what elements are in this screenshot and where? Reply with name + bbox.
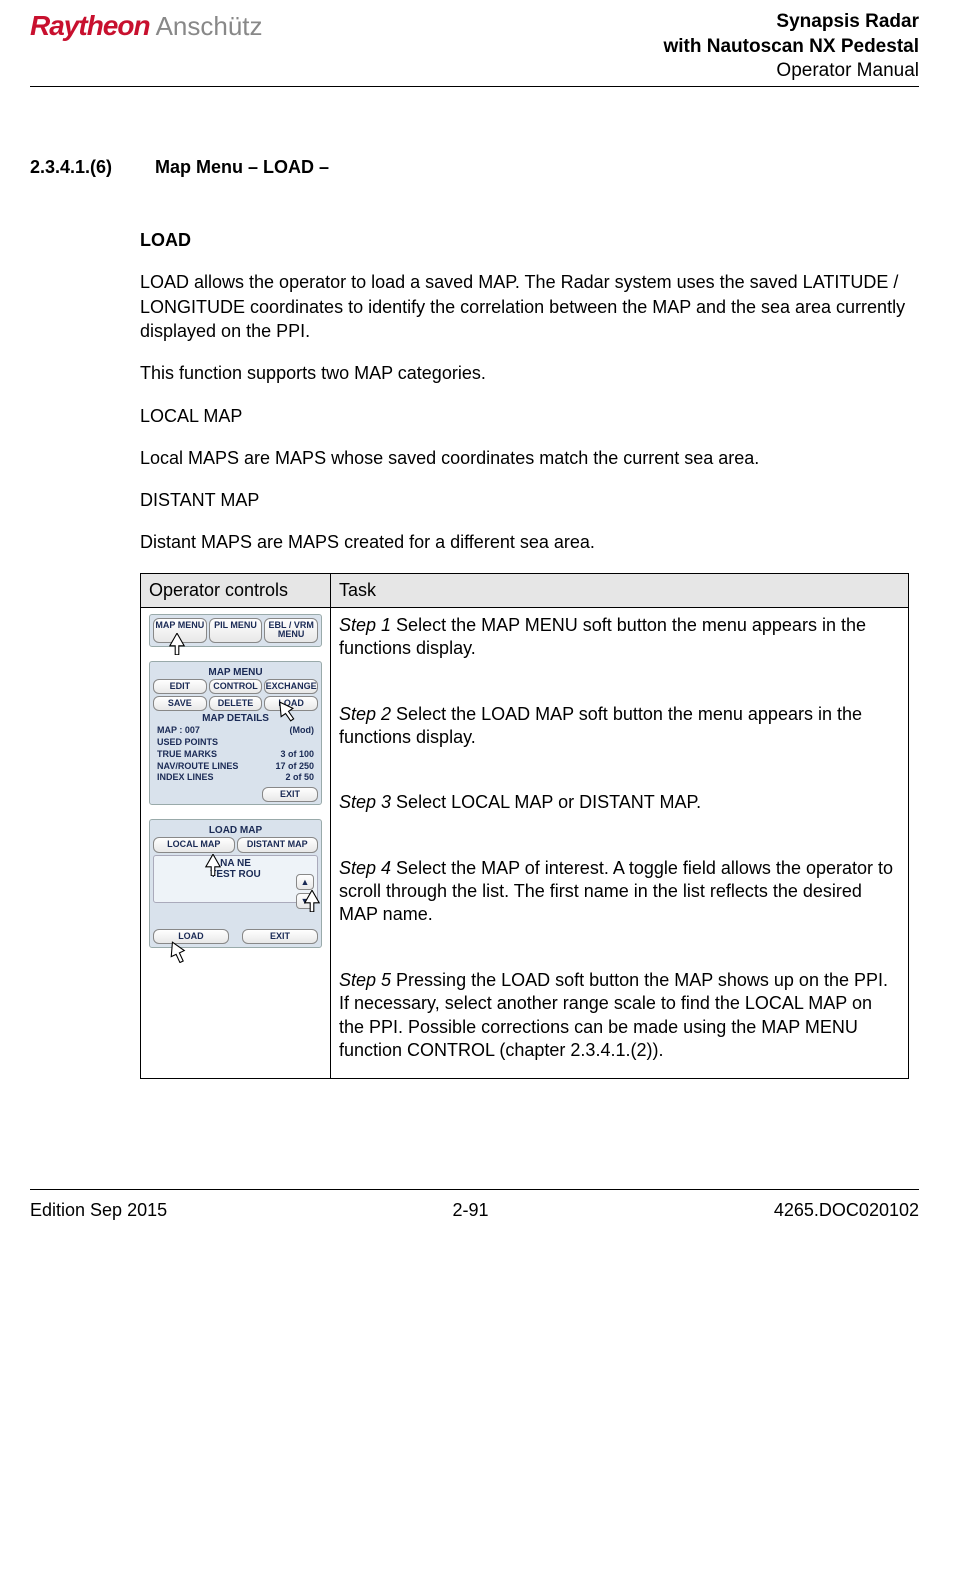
list-item[interactable]: TEST ROU bbox=[158, 869, 313, 880]
map-id-label: MAP : 007 bbox=[157, 725, 200, 737]
nav-lines-value: 17 of 250 bbox=[275, 761, 314, 773]
map-list[interactable]: NA NE TEST ROU ▲ ▼ bbox=[153, 855, 318, 903]
task-cell: Step 1 Select the MAP MENU soft button t… bbox=[331, 607, 909, 1079]
pointer-icon bbox=[168, 633, 186, 655]
page-footer: Edition Sep 2015 2-91 4265.DOC020102 bbox=[30, 1189, 919, 1221]
load-confirm-button[interactable]: LOAD bbox=[153, 929, 229, 944]
scroll-up-button[interactable]: ▲ bbox=[296, 874, 314, 890]
doc-title-line1: Synapsis Radar bbox=[663, 10, 919, 35]
exit-button[interactable]: EXIT bbox=[242, 929, 318, 944]
edit-button[interactable]: EDIT bbox=[153, 679, 207, 694]
section-number: 2.3.4.1.(6) bbox=[30, 157, 125, 178]
footer-page-number: 2-91 bbox=[452, 1200, 488, 1221]
paragraph: This function supports two MAP categorie… bbox=[140, 361, 909, 385]
exit-button[interactable]: EXIT bbox=[262, 787, 318, 802]
section-title: Map Menu – LOAD – bbox=[155, 157, 329, 178]
step-text: Step 5 Pressing the LOAD soft button the… bbox=[339, 969, 900, 1063]
pointer-icon bbox=[168, 941, 186, 963]
load-map-panel: LOAD MAP LOCAL MAP DISTANT MAP NA NE TES… bbox=[149, 819, 322, 948]
step-label: Step 4 bbox=[339, 858, 391, 878]
panel-title: LOAD MAP bbox=[153, 823, 318, 837]
pointer-icon bbox=[204, 854, 222, 876]
step-label: Step 3 bbox=[339, 792, 391, 812]
control-button[interactable]: CONTROL bbox=[209, 679, 263, 694]
panel-title: MAP MENU bbox=[153, 665, 318, 679]
used-points-label: USED POINTS bbox=[157, 737, 218, 749]
save-button[interactable]: SAVE bbox=[153, 696, 207, 711]
step-text: Step 4 Select the MAP of interest. A tog… bbox=[339, 857, 900, 927]
nav-lines-label: NAV/ROUTE LINES bbox=[157, 761, 238, 773]
logo: Raytheon Anschütz bbox=[30, 10, 263, 42]
pil-menu-button[interactable]: PIL MENU bbox=[209, 618, 263, 643]
doc-title-line3: Operator Manual bbox=[663, 59, 919, 84]
map-menu-panel: MAP MENU EDIT CONTROL EXCHANGE SAVE DELE… bbox=[149, 661, 322, 806]
step-label: Step 1 bbox=[339, 615, 391, 635]
logo-brand: Raytheon bbox=[30, 10, 150, 42]
paragraph: DISTANT MAP bbox=[140, 488, 909, 512]
footer-edition: Edition Sep 2015 bbox=[30, 1200, 167, 1221]
step-label: Step 5 bbox=[339, 970, 391, 990]
map-id-suffix: (Mod) bbox=[290, 725, 315, 737]
step-text: Step 1 Select the MAP MENU soft button t… bbox=[339, 614, 900, 661]
subheading-load: LOAD bbox=[140, 228, 909, 252]
delete-button[interactable]: DELETE bbox=[209, 696, 263, 711]
softkey-toolbar: MAP MENU PIL MENU EBL / VRM MENU bbox=[149, 614, 322, 647]
paragraph: Local MAPS are MAPS whose saved coordina… bbox=[140, 446, 909, 470]
step-text: Step 3 Select LOCAL MAP or DISTANT MAP. bbox=[339, 791, 900, 814]
step-text: Step 2 Select the LOAD MAP soft button t… bbox=[339, 703, 900, 750]
exchange-button[interactable]: EXCHANGE bbox=[264, 679, 318, 694]
section-heading: 2.3.4.1.(6) Map Menu – LOAD – bbox=[30, 157, 919, 178]
procedure-table: Operator controls Task MAP MENU PIL MENU… bbox=[140, 573, 909, 1080]
index-lines-value: 2 of 50 bbox=[285, 772, 314, 784]
paragraph: LOCAL MAP bbox=[140, 404, 909, 428]
paragraph: LOAD allows the operator to load a saved… bbox=[140, 270, 909, 343]
page-header: Raytheon Anschütz Synapsis Radar with Na… bbox=[30, 10, 919, 87]
pointer-icon bbox=[303, 890, 321, 912]
list-item[interactable]: NA NE bbox=[158, 858, 313, 869]
true-marks-label: TRUE MARKS bbox=[157, 749, 217, 761]
logo-sub: Anschütz bbox=[156, 11, 263, 42]
step-label: Step 2 bbox=[339, 704, 391, 724]
doc-title-line2: with Nautoscan NX Pedestal bbox=[663, 35, 919, 60]
index-lines-label: INDEX LINES bbox=[157, 772, 214, 784]
doc-title-block: Synapsis Radar with Nautoscan NX Pedesta… bbox=[663, 10, 919, 84]
col-header-controls: Operator controls bbox=[141, 573, 331, 607]
col-header-task: Task bbox=[331, 573, 909, 607]
paragraph: Distant MAPS are MAPS created for a diff… bbox=[140, 530, 909, 554]
footer-doc-id: 4265.DOC020102 bbox=[774, 1200, 919, 1221]
operator-controls-cell: MAP MENU PIL MENU EBL / VRM MENU MAP MEN… bbox=[141, 607, 331, 1079]
local-map-button[interactable]: LOCAL MAP bbox=[153, 837, 235, 852]
ebl-vrm-menu-button[interactable]: EBL / VRM MENU bbox=[264, 618, 318, 643]
body-content: LOAD LOAD allows the operator to load a … bbox=[140, 228, 909, 1079]
pointer-icon bbox=[277, 700, 295, 722]
distant-map-button[interactable]: DISTANT MAP bbox=[237, 837, 319, 852]
true-marks-value: 3 of 100 bbox=[280, 749, 314, 761]
